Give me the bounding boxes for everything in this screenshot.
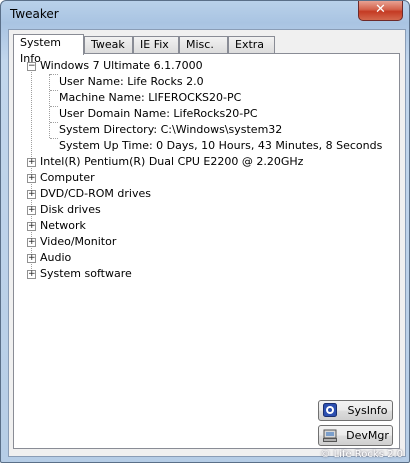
tab-extra[interactable]: Extra — [228, 36, 275, 53]
tree-item-system-up-time[interactable]: System Up Time: 0 Days, 10 Hours, 43 Min… — [59, 138, 382, 154]
tab-misc[interactable]: Misc. — [179, 36, 228, 53]
tree-connector — [50, 90, 58, 91]
system-info-panel: − Windows 7 Ultimate 6.1.7000 User Name:… — [13, 53, 400, 449]
client-area: System Info Tweak IE Fix Misc. Extra − W… — [8, 29, 406, 457]
tree-item-system-directory[interactable]: System Directory: C:\Windows\system32 — [59, 122, 282, 138]
tab-system-info[interactable]: System Info — [13, 34, 84, 65]
devmgr-button[interactable]: DevMgr — [318, 425, 393, 446]
tree-connector — [50, 138, 58, 139]
expand-icon[interactable]: + — [27, 222, 36, 231]
tree-connector — [50, 74, 58, 75]
tweaker-window: Tweaker ✕ System Info Tweak IE Fix Misc.… — [0, 0, 410, 463]
expand-icon[interactable]: + — [27, 270, 36, 279]
close-button[interactable]: ✕ — [358, 1, 403, 21]
tree-node-disk-drives[interactable]: Disk drives — [40, 202, 101, 218]
expand-icon[interactable]: + — [27, 174, 36, 183]
tree-node-dvd-drives[interactable]: DVD/CD-ROM drives — [40, 186, 151, 202]
tree-node-cpu[interactable]: Intel(R) Pentium(R) Dual CPU E2200 @ 2.2… — [40, 154, 303, 170]
tree-node-network[interactable]: Network — [40, 218, 86, 234]
tree-node-video-monitor[interactable]: Video/Monitor — [40, 234, 116, 250]
copyright-footer: © Life Rocks 2.0 — [320, 449, 403, 460]
expand-icon[interactable]: + — [27, 158, 36, 167]
tree-node-computer[interactable]: Computer — [40, 170, 95, 186]
tab-tweak[interactable]: Tweak — [84, 36, 133, 53]
sysinfo-label: SysInfo — [347, 404, 388, 417]
system-info-tree[interactable]: − Windows 7 Ultimate 6.1.7000 User Name:… — [18, 58, 395, 308]
expand-icon[interactable]: + — [27, 254, 36, 263]
sysinfo-button[interactable]: SysInfo — [318, 400, 393, 421]
tree-item-user-name[interactable]: User Name: Life Rocks 2.0 — [59, 74, 204, 90]
expand-icon[interactable]: + — [27, 238, 36, 247]
tree-root-os[interactable]: Windows 7 Ultimate 6.1.7000 — [40, 58, 203, 74]
expand-icon[interactable]: + — [27, 190, 36, 199]
title-bar[interactable]: Tweaker ✕ — [1, 1, 409, 29]
tree-connector — [50, 122, 58, 123]
system-info-icon — [323, 403, 337, 417]
expand-icon[interactable]: + — [27, 206, 36, 215]
tab-ie-fix[interactable]: IE Fix — [133, 36, 179, 53]
tree-node-system-software[interactable]: System software — [40, 266, 132, 282]
devmgr-label: DevMgr — [346, 429, 389, 442]
device-manager-icon — [323, 429, 337, 442]
tree-connector — [50, 106, 58, 107]
tree-node-audio[interactable]: Audio — [40, 250, 71, 266]
window-title: Tweaker — [10, 7, 59, 21]
tree-item-machine-name[interactable]: Machine Name: LIFEROCKS20-PC — [59, 90, 241, 106]
tree-item-user-domain[interactable]: User Domain Name: LifeRocks20-PC — [59, 106, 258, 122]
